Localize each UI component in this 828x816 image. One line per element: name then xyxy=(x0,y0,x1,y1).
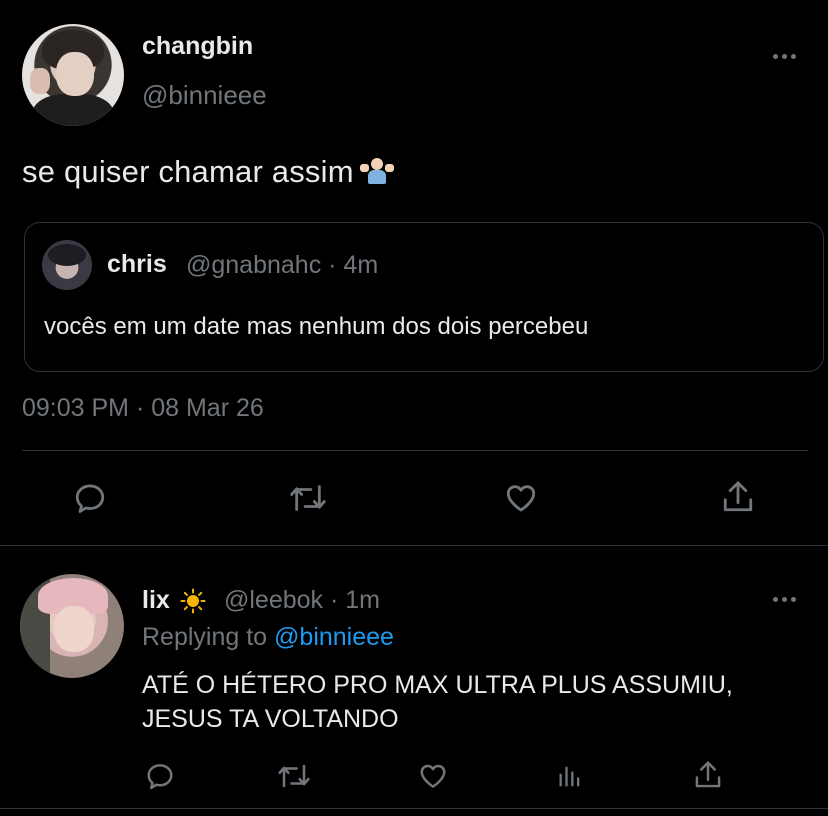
reply-display-name[interactable]: lix xyxy=(142,586,170,615)
replying-to: Replying to @binnieee xyxy=(142,623,394,652)
avatar-lix[interactable] xyxy=(20,574,124,678)
tweet-thread: changbin @binnieee se quiser chamar assi… xyxy=(0,0,828,816)
analytics-icon[interactable] xyxy=(553,758,587,794)
divider xyxy=(0,545,828,546)
heart-icon[interactable] xyxy=(500,478,542,518)
heart-icon[interactable] xyxy=(414,758,452,794)
reply-meta: @leebok · 1m xyxy=(224,586,380,614)
person-shrugging-emoji xyxy=(359,156,394,186)
quoted-meta: @gnabnahc · 4m xyxy=(186,251,379,279)
replying-prefix: Replying to xyxy=(142,623,268,651)
avatar-changbin[interactable] xyxy=(22,24,124,126)
retweet-icon[interactable] xyxy=(274,758,314,794)
divider xyxy=(0,808,828,809)
comment-icon[interactable] xyxy=(142,758,178,794)
main-handle[interactable]: @binnieee xyxy=(142,80,267,111)
comment-icon[interactable] xyxy=(70,478,110,518)
quoted-tweet-text: vocês em um date mas nenhum dos dois per… xyxy=(44,313,589,340)
sun-icon xyxy=(180,588,206,614)
divider xyxy=(22,450,808,451)
main-tweet-text-content: se quiser chamar assim xyxy=(22,154,354,189)
main-display-name[interactable]: changbin xyxy=(142,32,253,61)
main-tweet-text: se quiser chamar assim xyxy=(22,154,394,190)
more-icon[interactable] xyxy=(773,594,803,604)
reply-tweet-text: ATÉ O HÉTERO PRO MAX ULTRA PLUS ASSUMIU,… xyxy=(142,668,733,736)
share-icon[interactable] xyxy=(718,476,758,518)
tweet-timestamp[interactable]: 09:03 PM · 08 Mar 26 xyxy=(22,394,264,423)
quoted-display-name: chris xyxy=(107,250,167,278)
quoted-tweet-card[interactable] xyxy=(24,222,824,372)
share-icon[interactable] xyxy=(690,756,726,794)
reply-text-line: ATÉ O HÉTERO PRO MAX ULTRA PLUS ASSUMIU, xyxy=(142,671,733,699)
more-icon[interactable] xyxy=(773,51,803,61)
reply-text-line: JESUS TA VOLTANDO xyxy=(142,705,399,733)
replying-mention-link[interactable]: @binnieee xyxy=(274,623,394,651)
retweet-icon[interactable] xyxy=(286,478,330,518)
avatar-chris[interactable] xyxy=(42,240,92,290)
